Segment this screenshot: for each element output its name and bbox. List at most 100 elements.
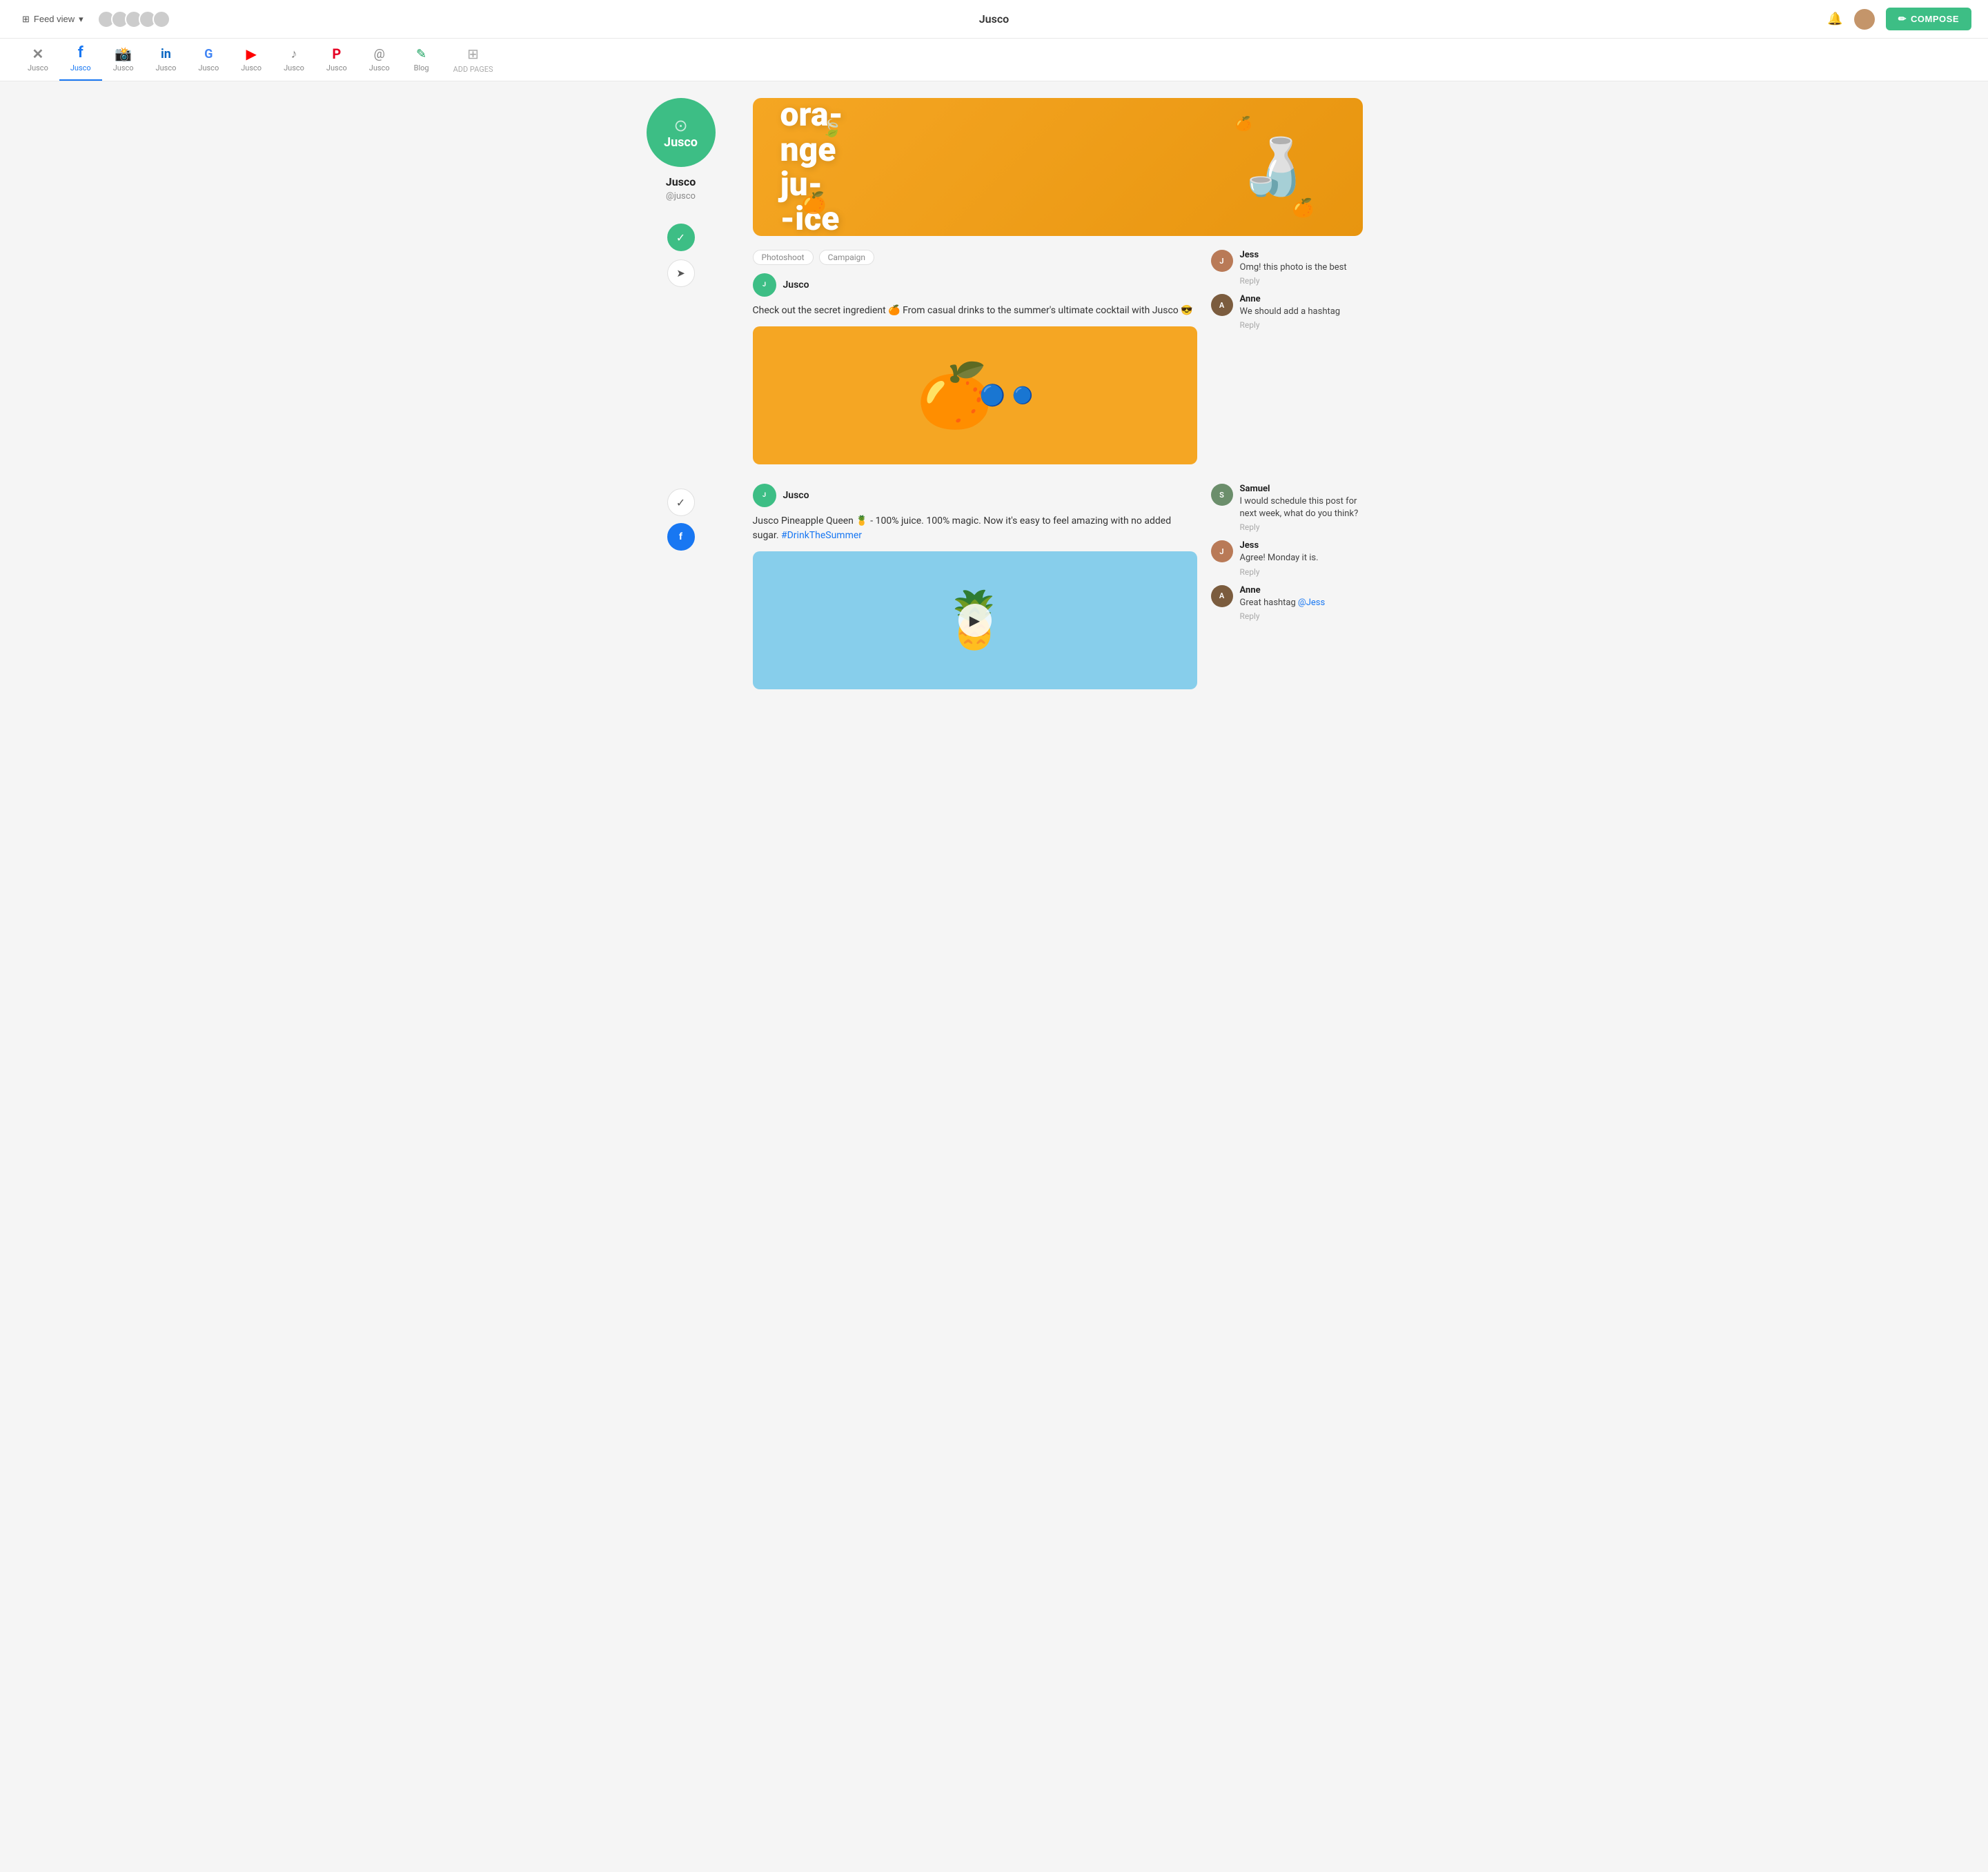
jess-avatar: J xyxy=(1211,250,1233,272)
facebook-icon: f xyxy=(78,46,83,61)
comment-anne-2: A Anne Great hashtag @Jess Reply xyxy=(1211,585,1363,621)
post2-comments: S Samuel I would schedule this post for … xyxy=(1211,484,1363,689)
feed-area: 🍃 🍊 🍊 🍊 ora-ngeju--ice 🍶 Photoshoot Camp… xyxy=(753,98,1363,709)
jess-avatar-2: J xyxy=(1211,540,1233,562)
feed-view-label: Feed view xyxy=(34,14,75,24)
comment-samuel: S Samuel I would schedule this post for … xyxy=(1211,484,1363,532)
comment-author: Jess xyxy=(1240,250,1347,260)
comment-jess-2: J Jess Agree! Monday it is. Reply xyxy=(1211,540,1363,576)
instagram-icon: 📸 xyxy=(115,47,132,61)
bottle-graphic: 🍶 xyxy=(1239,135,1308,199)
post1-author: Jusco xyxy=(783,279,809,290)
avatar xyxy=(152,10,170,28)
tag-photoshoot[interactable]: Photoshoot xyxy=(753,250,814,265)
youtube-icon: ▶ xyxy=(246,47,256,61)
profile-name: Jusco xyxy=(666,175,696,188)
play-button[interactable]: ▶ xyxy=(958,604,992,637)
tab-x-label: Jusco xyxy=(28,63,48,72)
compose-button[interactable]: ✏ COMPOSE xyxy=(1886,8,1971,30)
tab-linkedin[interactable]: in Jusco xyxy=(145,41,188,81)
post2-content: J Jusco Jusco Pineapple Queen 🍍 - 100% j… xyxy=(753,484,1197,689)
samuel-avatar: S xyxy=(1211,484,1233,506)
tab-youtube[interactable]: ▶ Jusco xyxy=(230,40,273,81)
post2-header: J Jusco xyxy=(753,484,1197,507)
tab-blog-label: Blog xyxy=(414,63,429,72)
reply-button[interactable]: Reply xyxy=(1240,320,1341,330)
approve-action-button-2[interactable]: ✓ xyxy=(667,489,695,516)
tab-blog[interactable]: ✎ Blog xyxy=(401,41,442,81)
comment-jess-1: J Jess Omg! this photo is the best Reply xyxy=(1211,250,1363,286)
plus-icon: ⊞ xyxy=(467,46,479,62)
post2-actions: ✓ f xyxy=(667,489,695,551)
team-avatars xyxy=(97,10,170,28)
pinterest-icon: P xyxy=(332,47,341,61)
post1-body: Check out the secret ingredient 🍊 From c… xyxy=(753,304,1197,318)
tab-pinterest-label: Jusco xyxy=(326,63,347,72)
tab-tiktok[interactable]: ♪ Jusco xyxy=(273,41,315,81)
comment-author: Anne xyxy=(1240,585,1326,595)
add-pages-label: ADD PAGES xyxy=(453,65,493,74)
logo-text: Jusco xyxy=(664,135,698,150)
tab-youtube-label: Jusco xyxy=(241,63,262,72)
sidebar: ⊙ Jusco Jusco @jusco ✓ ➤ ✓ f xyxy=(626,98,736,709)
send-action-button[interactable]: ➤ xyxy=(667,259,695,287)
profile-handle: @jusco xyxy=(666,191,696,201)
tab-instagram-label: Jusco xyxy=(113,63,134,72)
post1-content: Photoshoot Campaign J Jusco Check out th… xyxy=(753,250,1197,464)
threads-icon: @ xyxy=(374,48,385,61)
reply-button[interactable]: Reply xyxy=(1240,276,1347,286)
comment-author: Jess xyxy=(1240,540,1319,551)
comment-anne-2-body: Anne Great hashtag @Jess Reply xyxy=(1240,585,1326,621)
comment-anne-1-body: Anne We should add a hashtag Reply xyxy=(1240,294,1341,330)
tag-campaign[interactable]: Campaign xyxy=(819,250,874,265)
orange-graphic-3: 🔵 xyxy=(1012,386,1033,405)
compose-label: COMPOSE xyxy=(1911,14,1959,24)
anne-avatar-2: A xyxy=(1211,585,1233,607)
orange-graphic-2: 🔵 xyxy=(980,384,1005,408)
hashtag-link[interactable]: #DrinkTheSummer xyxy=(781,530,862,541)
feed-view-button[interactable]: ⊞ Feed view ▾ xyxy=(17,11,89,28)
comment-jess-1-body: Jess Omg! this photo is the best Reply xyxy=(1240,250,1347,286)
tab-add-pages[interactable]: ⊞ ADD PAGES xyxy=(442,39,504,81)
linkedin-icon: in xyxy=(161,48,171,61)
tab-google[interactable]: G Jusco xyxy=(187,41,230,81)
orange-icon-2: 🍊 xyxy=(1292,198,1314,219)
tab-instagram[interactable]: 📸 Jusco xyxy=(102,40,145,81)
post1-avatar: J xyxy=(753,273,776,297)
tab-threads-label: Jusco xyxy=(369,63,390,72)
orange-icon: 🍊 xyxy=(801,191,827,215)
post1-comments: J Jess Omg! this photo is the best Reply… xyxy=(1211,250,1363,464)
comment-samuel-body: Samuel I would schedule this post for ne… xyxy=(1240,484,1363,532)
tab-facebook-label: Jusco xyxy=(70,63,91,72)
user-avatar[interactable] xyxy=(1854,9,1875,30)
tab-google-label: Jusco xyxy=(198,63,219,72)
tiktok-icon: ♪ xyxy=(291,48,297,61)
tab-threads[interactable]: @ Jusco xyxy=(358,41,401,81)
comment-text: I would schedule this post for next week… xyxy=(1240,495,1363,520)
reply-button[interactable]: Reply xyxy=(1240,567,1319,577)
x-icon: ✕ xyxy=(32,47,44,61)
facebook-action-button[interactable]: f xyxy=(667,523,695,551)
sidebar-actions: ✓ ➤ ✓ f xyxy=(667,224,695,551)
comment-author: Anne xyxy=(1240,294,1341,304)
post1-header: J Jusco xyxy=(753,273,1197,297)
grid-icon: ⊞ xyxy=(22,14,30,25)
header-right: 🔔 ✏ COMPOSE xyxy=(1827,8,1971,30)
pencil-icon: ✏ xyxy=(1898,13,1907,25)
comment-jess-2-body: Jess Agree! Monday it is. Reply xyxy=(1240,540,1319,576)
mention-link[interactable]: @Jess xyxy=(1298,598,1325,608)
post1-image: 🍊 🔵 🔵 xyxy=(753,326,1197,464)
approve-action-button[interactable]: ✓ xyxy=(667,224,695,251)
tab-facebook[interactable]: f Jusco xyxy=(59,39,102,81)
tab-x[interactable]: ✕ Jusco xyxy=(17,40,59,81)
post1-section: Photoshoot Campaign J Jusco Check out th… xyxy=(753,250,1363,464)
reply-button[interactable]: Reply xyxy=(1240,611,1326,621)
reply-button[interactable]: Reply xyxy=(1240,522,1363,532)
bell-icon[interactable]: 🔔 xyxy=(1827,12,1842,26)
logo-icon: ⊙ xyxy=(673,116,687,135)
app-title: Jusco xyxy=(979,12,1009,26)
tab-tiktok-label: Jusco xyxy=(284,63,304,72)
post2-author: Jusco xyxy=(783,490,809,501)
tab-pinterest[interactable]: P Jusco xyxy=(315,40,358,81)
post1-tags: Photoshoot Campaign xyxy=(753,250,1197,265)
